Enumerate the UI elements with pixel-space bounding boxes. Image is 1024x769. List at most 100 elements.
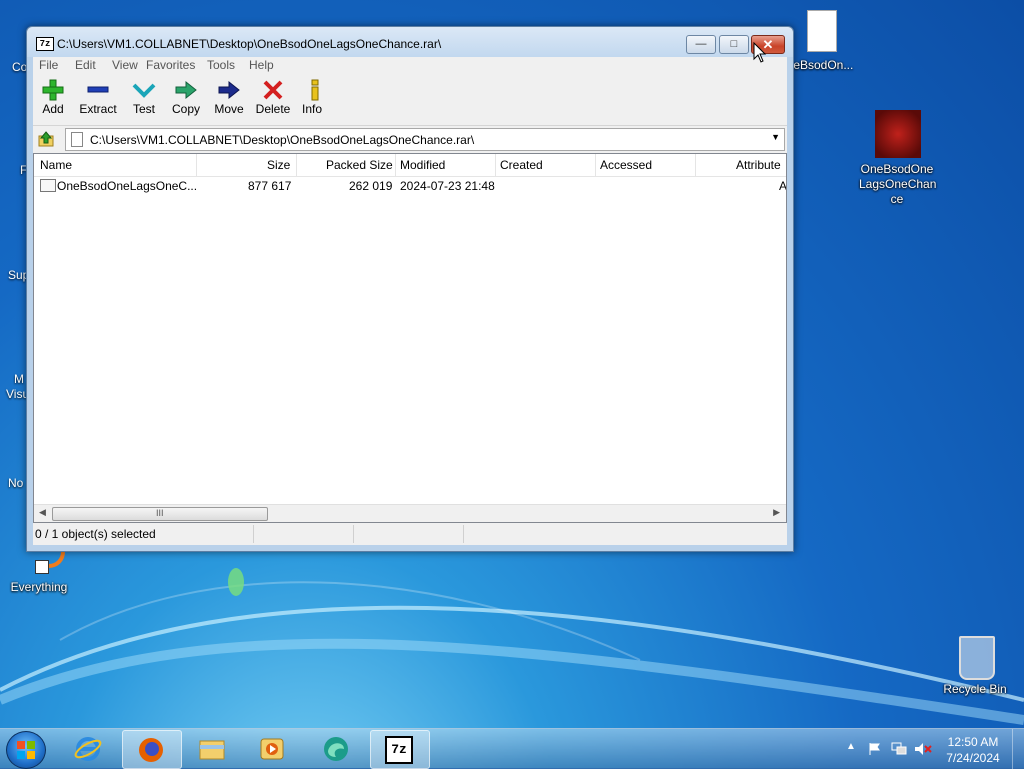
test-label: Test bbox=[132, 102, 155, 116]
show-hidden-icons-icon[interactable]: ▲ bbox=[846, 741, 856, 752]
scrollbar-thumb[interactable]: III bbox=[52, 507, 268, 521]
title-bar[interactable]: 7z C:\Users\VM1.COLLABNET\Desktop\OneBso… bbox=[27, 27, 793, 57]
taskbar-internet-explorer[interactable] bbox=[60, 730, 118, 767]
7zip-window[interactable]: 7z C:\Users\VM1.COLLABNET\Desktop\OneBso… bbox=[26, 26, 794, 552]
selection-status: 0 / 1 object(s) selected bbox=[35, 527, 156, 541]
document-icon bbox=[803, 10, 837, 54]
scroll-left-icon[interactable]: ◀ bbox=[39, 507, 46, 518]
minus-icon bbox=[78, 78, 118, 102]
path-text: C:\Users\VM1.COLLABNET\Desktop\OneBsodOn… bbox=[90, 133, 475, 147]
show-desktop-button[interactable] bbox=[1012, 729, 1024, 769]
desktop-icon-recycle-bin[interactable]: Recycle Bin bbox=[937, 630, 1013, 696]
column-size[interactable]: Size bbox=[267, 158, 290, 172]
column-packed-size[interactable]: Packed Size bbox=[326, 158, 393, 172]
chevron-down-icon[interactable]: ▼ bbox=[771, 132, 780, 142]
network-icon[interactable] bbox=[891, 742, 907, 756]
menu-help[interactable]: Help bbox=[249, 58, 274, 72]
info-icon bbox=[295, 78, 335, 102]
column-attributes[interactable]: Attribute bbox=[736, 158, 781, 172]
double-arrow-right-icon bbox=[166, 78, 206, 102]
add-label: Add bbox=[42, 102, 64, 116]
move-label: Move bbox=[214, 102, 244, 116]
path-input[interactable]: C:\Users\VM1.COLLABNET\Desktop\OneBsodOn… bbox=[65, 128, 785, 151]
taskbar-file-explorer[interactable] bbox=[184, 730, 242, 767]
exe-thumbnail-icon bbox=[873, 110, 921, 158]
menu-view[interactable]: View bbox=[112, 58, 138, 72]
delete-label: Delete bbox=[255, 102, 291, 116]
arrow-right-icon bbox=[209, 78, 249, 102]
extract-button[interactable]: Extract bbox=[75, 78, 121, 116]
column-divider[interactable] bbox=[196, 154, 197, 176]
action-center-flag-icon[interactable] bbox=[868, 742, 882, 756]
desktop-icon-exe[interactable]: OneBsodOne LagsOneChan ce bbox=[859, 110, 937, 207]
info-button[interactable]: Info bbox=[295, 78, 329, 116]
copy-label: Copy bbox=[171, 102, 200, 116]
address-bar: C:\Users\VM1.COLLABNET\Desktop\OneBsodOn… bbox=[33, 126, 787, 153]
red-x-icon bbox=[253, 78, 293, 102]
toolbar: Add Extract Test Copy Move Delete Info bbox=[33, 75, 787, 126]
copy-button[interactable]: Copy bbox=[166, 78, 206, 116]
menu-edit[interactable]: Edit bbox=[75, 58, 96, 72]
move-button[interactable]: Move bbox=[207, 78, 251, 116]
menu-tools[interactable]: Tools bbox=[207, 58, 235, 72]
internet-explorer-icon bbox=[74, 737, 102, 761]
menu-bar: File Edit View Favorites Tools Help bbox=[33, 57, 787, 75]
column-accessed[interactable]: Accessed bbox=[600, 158, 652, 172]
column-divider[interactable] bbox=[296, 154, 297, 176]
7zip-icon: 7z bbox=[385, 736, 413, 764]
column-divider[interactable] bbox=[595, 154, 596, 176]
add-button[interactable]: Add bbox=[33, 78, 73, 116]
file-list[interactable]: Name Size Packed Size Modified Created A… bbox=[33, 153, 787, 523]
delete-button[interactable]: Delete bbox=[251, 78, 295, 116]
file-packed-size: 262 019 bbox=[349, 179, 393, 193]
volume-muted-icon[interactable] bbox=[914, 742, 932, 756]
recycle-bin-icon bbox=[955, 630, 995, 680]
test-button[interactable]: Test bbox=[124, 78, 164, 116]
window-title: C:\Users\VM1.COLLABNET\Desktop\OneBsodOn… bbox=[57, 37, 442, 51]
taskbar-firefox[interactable] bbox=[122, 730, 182, 769]
column-modified[interactable]: Modified bbox=[400, 158, 445, 172]
maximize-icon: □ bbox=[730, 38, 738, 50]
mouse-cursor-icon bbox=[753, 42, 767, 63]
desktop-icon-label: Recycle Bin bbox=[943, 682, 1007, 696]
plus-icon bbox=[33, 78, 73, 102]
start-button[interactable] bbox=[6, 731, 46, 769]
horizontal-scrollbar[interactable]: ◀ III ▶ bbox=[34, 504, 786, 522]
desktop-icon-visual-studio[interactable]: M bbox=[14, 372, 24, 386]
table-row[interactable]: OneBsodOneLagsOneC... 877 617 262 019 20… bbox=[34, 176, 786, 196]
maximize-button[interactable]: □ bbox=[719, 35, 749, 54]
taskbar-edge-app[interactable] bbox=[308, 730, 366, 767]
scroll-right-icon[interactable]: ▶ bbox=[773, 507, 780, 518]
file-attributes: A bbox=[779, 179, 787, 193]
taskbar-7zip[interactable]: 7z bbox=[370, 730, 430, 769]
menu-file[interactable]: File bbox=[39, 58, 58, 72]
column-divider[interactable] bbox=[495, 154, 496, 176]
status-divider bbox=[463, 525, 464, 543]
folder-icon bbox=[199, 740, 225, 760]
clock-date: 7/24/2024 bbox=[946, 751, 1000, 765]
status-divider bbox=[353, 525, 354, 543]
scrollbar-grip: III bbox=[156, 508, 164, 518]
file-modified: 2024-07-23 21:48 bbox=[400, 179, 495, 193]
column-divider[interactable] bbox=[695, 154, 696, 176]
folder-up-icon[interactable] bbox=[38, 131, 54, 147]
desktop-icon-label: Everything bbox=[10, 580, 68, 594]
minimize-button[interactable]: — bbox=[686, 35, 716, 54]
file-icon bbox=[40, 179, 56, 192]
desktop-icon-notepad[interactable]: No bbox=[8, 476, 23, 490]
7zip-icon-text: 7z bbox=[391, 742, 407, 757]
column-divider[interactable] bbox=[395, 154, 396, 176]
media-player-icon bbox=[260, 738, 284, 760]
7zip-app-icon[interactable]: 7z bbox=[36, 37, 54, 51]
windows-logo-icon bbox=[17, 741, 35, 759]
column-name[interactable]: Name bbox=[40, 158, 72, 172]
status-bar: 0 / 1 object(s) selected bbox=[33, 523, 787, 545]
system-clock[interactable]: 12:50 AM 7/24/2024 bbox=[944, 734, 1002, 766]
info-label: Info bbox=[301, 102, 322, 116]
desktop-icon-label: neBsodOn... bbox=[786, 58, 854, 72]
column-created[interactable]: Created bbox=[500, 158, 543, 172]
taskbar-media-player[interactable] bbox=[244, 730, 302, 767]
menu-favorites[interactable]: Favorites bbox=[146, 58, 195, 72]
status-divider bbox=[253, 525, 254, 543]
desktop-icon-label: OneBsodOne LagsOneChan ce bbox=[859, 162, 937, 206]
